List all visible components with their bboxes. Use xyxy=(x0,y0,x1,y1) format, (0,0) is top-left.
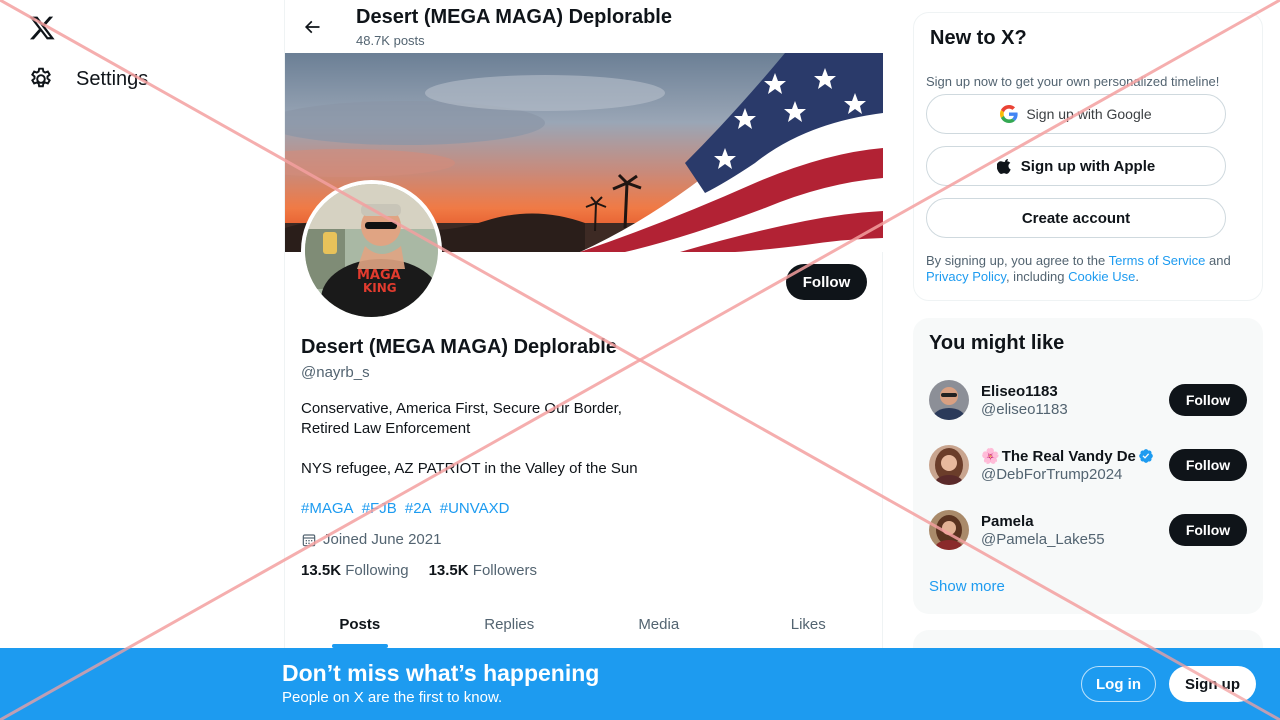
profile-column: Desert (MEGA MAGA) Deplorable 48.7K post… xyxy=(284,0,883,720)
user-name-text: Eliseo1183 xyxy=(981,382,1058,400)
google-signup-label: Sign up with Google xyxy=(1026,106,1152,122)
follow-button[interactable]: Follow xyxy=(786,264,867,300)
avatar[interactable] xyxy=(929,380,969,420)
avatar[interactable] xyxy=(929,445,969,485)
gear-icon xyxy=(31,67,51,88)
suggested-user-handle: @eliseo1183 xyxy=(981,400,1068,418)
suggested-user-handle: @DebForTrump2024 xyxy=(981,466,1123,483)
avatar: MAGA KING xyxy=(305,184,438,317)
following-label: Following xyxy=(345,562,409,579)
suggestions-title: You might like xyxy=(929,332,1065,354)
bio-line: NYS refugee, AZ PATRIOT in the Valley of… xyxy=(301,460,638,477)
x-logo-icon[interactable] xyxy=(28,14,56,42)
terms-link[interactable]: Terms of Service xyxy=(1109,253,1206,268)
bio-line: Conservative, America First, Secure Our … xyxy=(301,400,622,417)
tab-replies[interactable]: Replies xyxy=(435,600,585,648)
followers-label: Followers xyxy=(472,562,537,579)
create-account-button[interactable]: Create account xyxy=(926,198,1226,238)
apple-signup-label: Sign up with Apple xyxy=(1020,157,1156,175)
profile-avatar[interactable]: MAGA KING xyxy=(301,180,442,321)
apple-signup-button[interactable]: Sign up with Apple xyxy=(926,146,1226,186)
tab-label: Replies xyxy=(484,615,535,633)
user-name-text: The Real Vandy De xyxy=(1001,447,1136,465)
login-button[interactable]: Log in xyxy=(1081,666,1156,702)
left-nav: Settings xyxy=(0,0,284,720)
followers-count: 13.5K xyxy=(428,562,469,579)
google-signup-button[interactable]: Sign up with Google xyxy=(926,94,1226,134)
joined-label: Joined June 2021 xyxy=(323,531,442,548)
following-link[interactable]: 13.5K Following xyxy=(301,562,409,579)
signup-title: New to X? xyxy=(930,27,1027,49)
follow-stats: 13.5K Following 13.5K Followers xyxy=(301,562,537,579)
suggested-user[interactable]: Pamela @Pamela_Lake55 Follow xyxy=(929,508,1247,552)
suggested-user-name: 🌸 The Real Vandy De xyxy=(981,447,1169,465)
arrow-left-icon xyxy=(304,20,320,34)
hashtag-link[interactable]: #FJB xyxy=(362,500,397,517)
suggested-user-name: Eliseo1183 xyxy=(981,383,1169,400)
signup-prompt-bar: Don’t miss what’s happening People on X … xyxy=(0,648,1280,720)
apple-icon xyxy=(996,158,1011,174)
settings-link[interactable]: Settings xyxy=(28,66,148,92)
profile-header-bar: Desert (MEGA MAGA) Deplorable 48.7K post… xyxy=(285,0,883,53)
svg-text:KING: KING xyxy=(363,281,397,295)
tab-label: Media xyxy=(638,615,680,633)
back-button[interactable] xyxy=(299,14,325,40)
signup-card: New to X? Sign up now to get your own pe… xyxy=(913,12,1263,301)
profile-handle: @nayrb_s xyxy=(301,364,370,381)
following-count: 13.5K xyxy=(301,562,342,579)
signup-subtitle: Sign up now to get your own personalized… xyxy=(926,74,1220,89)
avatar[interactable] xyxy=(929,510,969,550)
tab-media[interactable]: Media xyxy=(584,600,734,648)
tab-label: Likes xyxy=(790,615,826,633)
header-title: Desert (MEGA MAGA) Deplorable xyxy=(356,6,672,28)
signup-button[interactable]: Sign up xyxy=(1169,666,1256,702)
suggested-user[interactable]: 🌸 The Real Vandy De @DebForTrump2024 Foll… xyxy=(929,443,1247,487)
calendar-icon xyxy=(302,533,316,546)
follow-button[interactable]: Follow xyxy=(1169,449,1247,481)
profile-tabs: Posts Replies Media Likes xyxy=(285,600,883,648)
bottom-bar-title: Don’t miss what’s happening xyxy=(282,660,600,686)
bio-line: Retired Law Enforcement xyxy=(301,420,471,437)
suggested-user-handle: @Pamela_Lake55 xyxy=(981,530,1105,548)
legal-text: , including xyxy=(1005,269,1069,284)
suggested-user-name: Pamela xyxy=(981,513,1169,530)
settings-label: Settings xyxy=(76,67,149,90)
privacy-link[interactable]: Privacy Policy xyxy=(926,269,1006,284)
bottom-bar-subtitle: People on X are the first to know. xyxy=(282,689,503,706)
google-icon xyxy=(1000,105,1018,123)
legal-text: and xyxy=(1205,253,1231,268)
cookie-link[interactable]: Cookie Use xyxy=(1068,269,1135,284)
user-name-text: Pamela xyxy=(981,512,1034,530)
tab-likes[interactable]: Likes xyxy=(734,600,884,648)
flower-emoji-icon: 🌸 xyxy=(981,448,1000,465)
show-more-link[interactable]: Show more xyxy=(929,578,1005,595)
who-to-follow-card: You might like Eliseo1183 @eliseo1183 Fo… xyxy=(913,318,1263,614)
tab-posts[interactable]: Posts xyxy=(285,600,435,648)
hashtag-link[interactable]: #UNVAXD xyxy=(440,500,510,517)
profile-bio: Conservative, America First, Secure Our … xyxy=(301,399,638,479)
joined-date: Joined June 2021 xyxy=(301,531,441,548)
signup-legal-text: By signing up, you agree to the Terms of… xyxy=(926,253,1252,285)
verified-badge-icon xyxy=(1139,449,1153,463)
profile-name: Desert (MEGA MAGA) Deplorable xyxy=(301,336,617,358)
follow-button[interactable]: Follow xyxy=(1169,384,1247,416)
follow-button[interactable]: Follow xyxy=(1169,514,1247,546)
header-posts-count: 48.7K posts xyxy=(356,33,425,48)
hashtag-link[interactable]: #2A xyxy=(405,500,432,517)
hashtag-link[interactable]: #MAGA xyxy=(301,500,354,517)
bio-hashtags: #MAGA #FJB #2A #UNVAXD xyxy=(301,499,514,519)
legal-text: By signing up, you agree to the xyxy=(926,253,1109,268)
suggested-user[interactable]: Eliseo1183 @eliseo1183 Follow xyxy=(929,378,1247,422)
tab-label: Posts xyxy=(339,615,381,633)
followers-link[interactable]: 13.5K Followers xyxy=(429,562,537,579)
legal-text: . xyxy=(1135,269,1139,284)
